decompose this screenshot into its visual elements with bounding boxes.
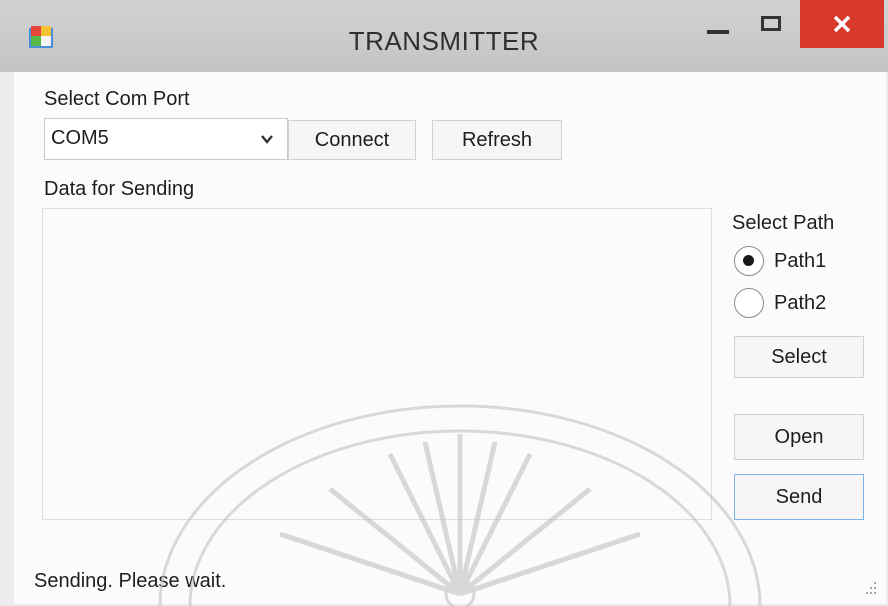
com-port-dropdown[interactable]: COM5 xyxy=(44,118,288,160)
minimize-icon xyxy=(707,30,729,34)
radio-selected-dot xyxy=(743,255,754,266)
chevron-down-icon[interactable] xyxy=(259,131,275,147)
send-button[interactable]: Send xyxy=(734,474,864,520)
path2-radio[interactable] xyxy=(734,288,764,318)
maximize-icon xyxy=(761,15,781,31)
select-button[interactable]: Select xyxy=(734,336,864,378)
data-label: Data for Sending xyxy=(44,178,195,200)
com-port-label: Select Com Port xyxy=(44,88,190,110)
maximize-button[interactable] xyxy=(744,0,798,46)
path1-label[interactable]: Path1 xyxy=(774,250,826,273)
connect-button[interactable]: Connect xyxy=(288,120,416,160)
close-button[interactable] xyxy=(800,0,884,48)
path1-radio[interactable] xyxy=(734,246,764,276)
title-bar[interactable]: TRANSMITTER xyxy=(0,0,888,72)
resize-grip-icon[interactable] xyxy=(860,580,878,598)
open-button[interactable]: Open xyxy=(734,414,864,460)
client-area: Select Com Port COM5 Connect Refresh Dat… xyxy=(14,72,886,604)
com-port-value: COM5 xyxy=(51,127,109,149)
minimize-button[interactable] xyxy=(692,0,744,46)
data-textarea[interactable] xyxy=(42,208,712,520)
close-icon xyxy=(833,15,851,33)
transmitter-window: TRANSMITTER Select Com Port COM5 Connect… xyxy=(0,0,888,606)
select-path-label: Select Path xyxy=(732,212,835,234)
path2-label[interactable]: Path2 xyxy=(774,292,826,315)
status-text: Sending. Please wait. xyxy=(34,570,227,592)
refresh-button[interactable]: Refresh xyxy=(432,120,562,160)
